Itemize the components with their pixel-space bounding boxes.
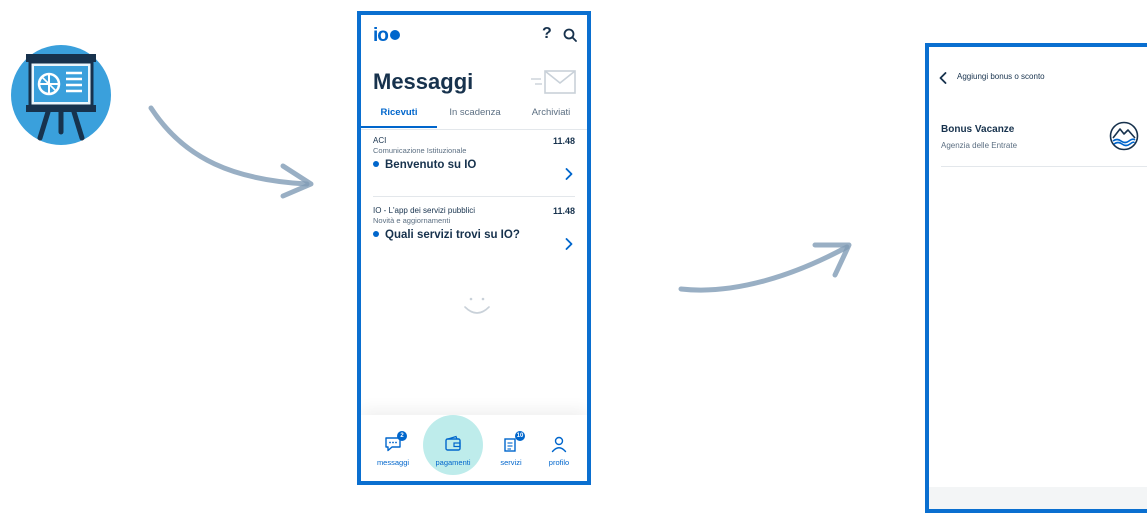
message-sender: ACI [373,136,387,145]
envelope-icon [531,70,576,94]
message-time: 11.48 [552,136,575,146]
unread-dot [373,160,379,167]
messages-badge: 2 [397,431,407,441]
message-subject-row: Quali servizi trovi su IO? [373,229,575,241]
nav-profilo[interactable]: profilo [531,415,587,481]
bottom-bar [929,487,1147,509]
message-tabs: Ricevuti In scadenza Archiviati [361,107,587,130]
profile-icon [551,436,567,453]
bonus-title: Bonus Vacanze [941,124,1015,135]
phone-bonus-screen: Aggiungi bonus o sconto Bonus Vacanze Ag… [925,43,1147,513]
phone-messages-screen: io ? Messaggi Ricevuti In scadenza Archi… [357,11,591,485]
bonus-logo-icon [1109,121,1139,151]
app-logo: io [373,26,400,45]
services-badge: 10 [515,431,525,441]
arrow-icon [678,242,852,293]
presentation-icon [11,45,111,145]
nav-label: messaggi [376,458,410,467]
active-tab-indicator [361,126,437,128]
chevron-right-icon[interactable] [565,238,573,250]
message-description: Novità e aggiornamenti [373,216,451,225]
nav-messaggi[interactable]: 2 messaggi [365,415,421,481]
page-title: Messaggi [373,69,474,94]
unread-dot [373,230,379,237]
divider [373,196,575,197]
message-description: Comunicazione Istituzionale [373,146,467,155]
chevron-right-icon[interactable] [565,168,573,180]
arrow-icon [148,105,314,199]
header-title: Aggiungi bonus o sconto [957,72,1045,81]
message-subject: Benvenuto su IO [385,159,477,171]
nav-label: pagamenti [435,458,471,467]
divider [941,166,1147,167]
wallet-icon [445,435,461,451]
nav-pagamenti[interactable]: pagamenti [425,415,481,481]
back-icon[interactable] [939,72,947,84]
tab-ricevuti[interactable]: Ricevuti [361,107,437,118]
message-sender: IO - L'app dei servizi pubblici [373,206,476,215]
tab-archiviati[interactable]: Archiviati [513,107,587,118]
search-icon[interactable] [563,28,577,42]
tab-in-scadenza[interactable]: In scadenza [437,107,513,118]
list-item[interactable]: ACI Comunicazione Istituzionale 11.48 Be… [373,136,575,188]
message-subject: Quali servizi trovi su IO? [385,229,520,241]
message-subject-row: Benvenuto su IO [373,159,575,171]
smiley-icon [464,297,490,314]
help-icon[interactable]: ? [542,25,552,43]
list-item[interactable]: IO - L'app dei servizi pubblici Novità e… [373,206,575,258]
nav-label: profilo [548,458,570,467]
bottom-nav: 2 messaggi pagamenti 10 servizi profilo [361,415,587,481]
bonus-subtitle: Agenzia delle Entrate [941,141,1018,150]
message-time: 11.48 [552,206,575,216]
app-header: io ? [361,15,587,55]
